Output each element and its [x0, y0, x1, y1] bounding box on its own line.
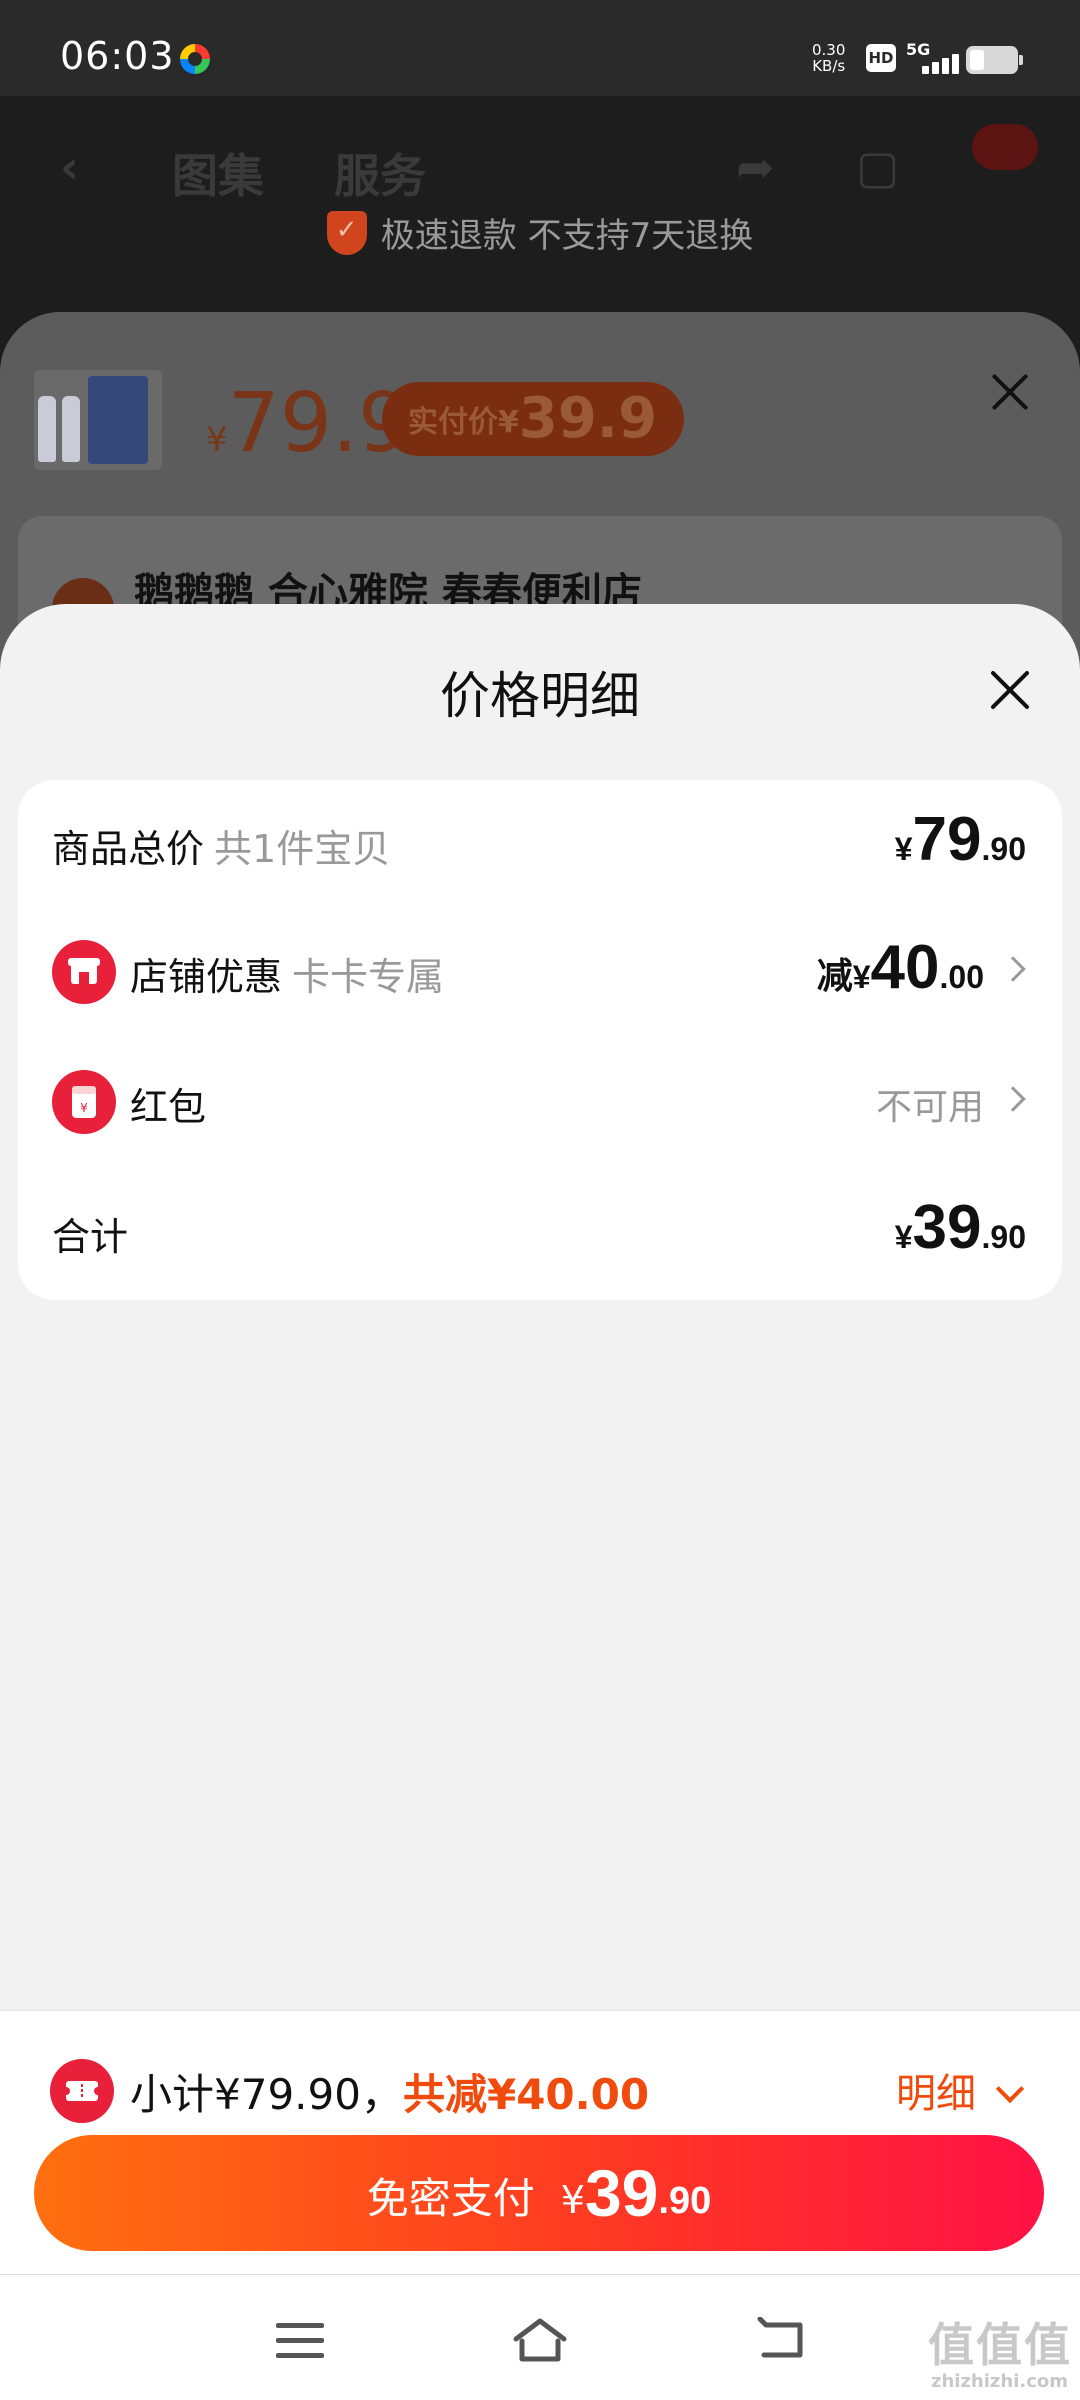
guarantee-line: 极速退款 不支持7天退换 — [0, 208, 1080, 257]
row-label: 店铺优惠 卡卡专属 — [130, 946, 444, 1001]
product-thumbnail — [34, 370, 162, 470]
product-price: ¥79.9 — [206, 376, 410, 471]
pay-amount-int: 39 — [584, 2156, 659, 2230]
amount-dec: .90 — [981, 831, 1026, 867]
back-nav-icon[interactable] — [756, 2316, 808, 2363]
ticket-icon — [50, 2059, 114, 2123]
detail-label: 明细 — [896, 2071, 976, 2117]
hd-icon: HD — [866, 44, 896, 72]
battery-icon — [966, 46, 1023, 74]
amount-dec: .90 — [981, 1219, 1026, 1255]
subtotal-label: 小计¥79.90， — [130, 2070, 403, 2119]
actual-price-label: 实付价 — [408, 405, 498, 440]
actual-price-currency: ¥ — [498, 405, 519, 440]
total-label: 合计 — [52, 1215, 129, 1259]
row-store-discount[interactable]: 店铺优惠 卡卡专属 减¥40.00 — [18, 908, 1062, 1038]
cart-icon[interactable]: ▢ — [856, 140, 899, 194]
pay-button[interactable]: 免密支付 ¥39.90 — [34, 2135, 1044, 2251]
saving-label: 共减¥40.00 — [402, 2070, 650, 2119]
network-speed-unit: KB/s — [812, 57, 846, 75]
row-red-packet[interactable]: ¥ 红包 不可用 — [18, 1038, 1062, 1168]
status-time: 06:03 — [60, 34, 175, 78]
signal-icon: 5G — [906, 40, 959, 74]
red-packet-label: 红包 — [130, 1085, 207, 1129]
red-packet-value: 不可用 — [875, 1087, 984, 1128]
watermark-logo: 值值值 — [928, 2318, 1072, 2372]
currency: ¥ — [894, 831, 913, 867]
sku-close-icon[interactable] — [988, 370, 1032, 414]
chevron-right-icon — [1000, 1086, 1026, 1112]
sheet-title: 价格明细 — [440, 667, 640, 725]
network-type: 5G — [906, 40, 931, 59]
actual-price-value: 39.9 — [518, 386, 658, 451]
price-detail-sheet: 价格明细 商品总价 共1件宝贝 ¥79.90 店铺优惠 卡卡专属 减¥40.00 ¥… — [0, 604, 1080, 2010]
row-label: 商品总价 共1件宝贝 — [52, 818, 390, 873]
status-bar: 06:03 0.30 KB/s HD 5G — [0, 0, 1080, 96]
chevron-down-icon — [995, 2074, 1025, 2104]
network-speed: 0.30 KB/s — [812, 42, 845, 74]
checkout-bar: 小计¥79.90，共减¥40.00 明细 免密支付 ¥39.90 — [0, 2010, 1080, 2274]
tab-service[interactable]: 服务 — [334, 140, 426, 206]
product-price-currency: ¥ — [206, 420, 228, 460]
price-detail-card: 商品总价 共1件宝贝 ¥79.90 店铺优惠 卡卡专属 减¥40.00 ¥ 红包 不… — [18, 780, 1062, 1300]
actual-price-pill: 实付价¥39.9 — [382, 382, 684, 456]
discount-prefix: 减 — [816, 955, 853, 996]
detail-toggle-button[interactable]: 明细 — [896, 2061, 1025, 2119]
home-icon[interactable] — [510, 2315, 570, 2365]
store-discount-label: 店铺优惠 — [130, 955, 283, 999]
store-icon — [52, 940, 116, 1004]
pay-label: 免密支付 — [366, 2174, 535, 2223]
currency: ¥ — [894, 1219, 913, 1255]
red-packet-icon: ¥ — [52, 1070, 116, 1134]
pay-amount-dec: .90 — [658, 2180, 712, 2222]
subtotal-summary: 小计¥79.90，共减¥40.00 — [130, 2061, 649, 2122]
pay-currency: ¥ — [560, 2178, 585, 2222]
store-discount-sub: 卡卡专属 — [292, 955, 445, 999]
back-icon[interactable]: ‹ — [60, 140, 79, 194]
app-notification-icon — [180, 44, 210, 74]
svg-text:¥: ¥ — [80, 1101, 88, 1115]
goods-total-value: ¥79.90 — [895, 804, 1026, 875]
row-goods-total: 商品总价 共1件宝贝 ¥79.90 — [18, 780, 1062, 910]
store-discount-value: 减¥40.00 — [817, 932, 984, 1003]
cart-badge — [972, 124, 1038, 170]
close-icon[interactable] — [988, 668, 1032, 712]
row-total: 合计 ¥39.90 — [18, 1168, 1062, 1298]
system-nav-bar: 值值值 zhizhizhi.com — [0, 2274, 1080, 2400]
amount-int: 40 — [870, 933, 940, 1002]
watermark-site: zhizhizhi.com — [930, 2371, 1068, 2392]
currency: ¥ — [852, 959, 871, 995]
network-speed-value: 0.30 — [812, 41, 846, 59]
goods-total-label: 商品总价 — [52, 827, 205, 871]
goods-count: 共1件宝贝 — [214, 827, 391, 871]
tab-gallery[interactable]: 图集 — [172, 140, 264, 206]
amount-dec: .00 — [939, 959, 984, 995]
amount-int: 79 — [912, 805, 982, 874]
shield-check-icon — [326, 211, 367, 255]
share-icon[interactable]: ➦ — [736, 140, 775, 194]
amount-int: 39 — [912, 1193, 982, 1262]
guarantee-text: 极速退款 不支持7天退换 — [380, 216, 754, 256]
chevron-right-icon — [1000, 956, 1026, 982]
menu-icon[interactable] — [276, 2323, 324, 2359]
total-value: ¥39.90 — [895, 1192, 1026, 1263]
